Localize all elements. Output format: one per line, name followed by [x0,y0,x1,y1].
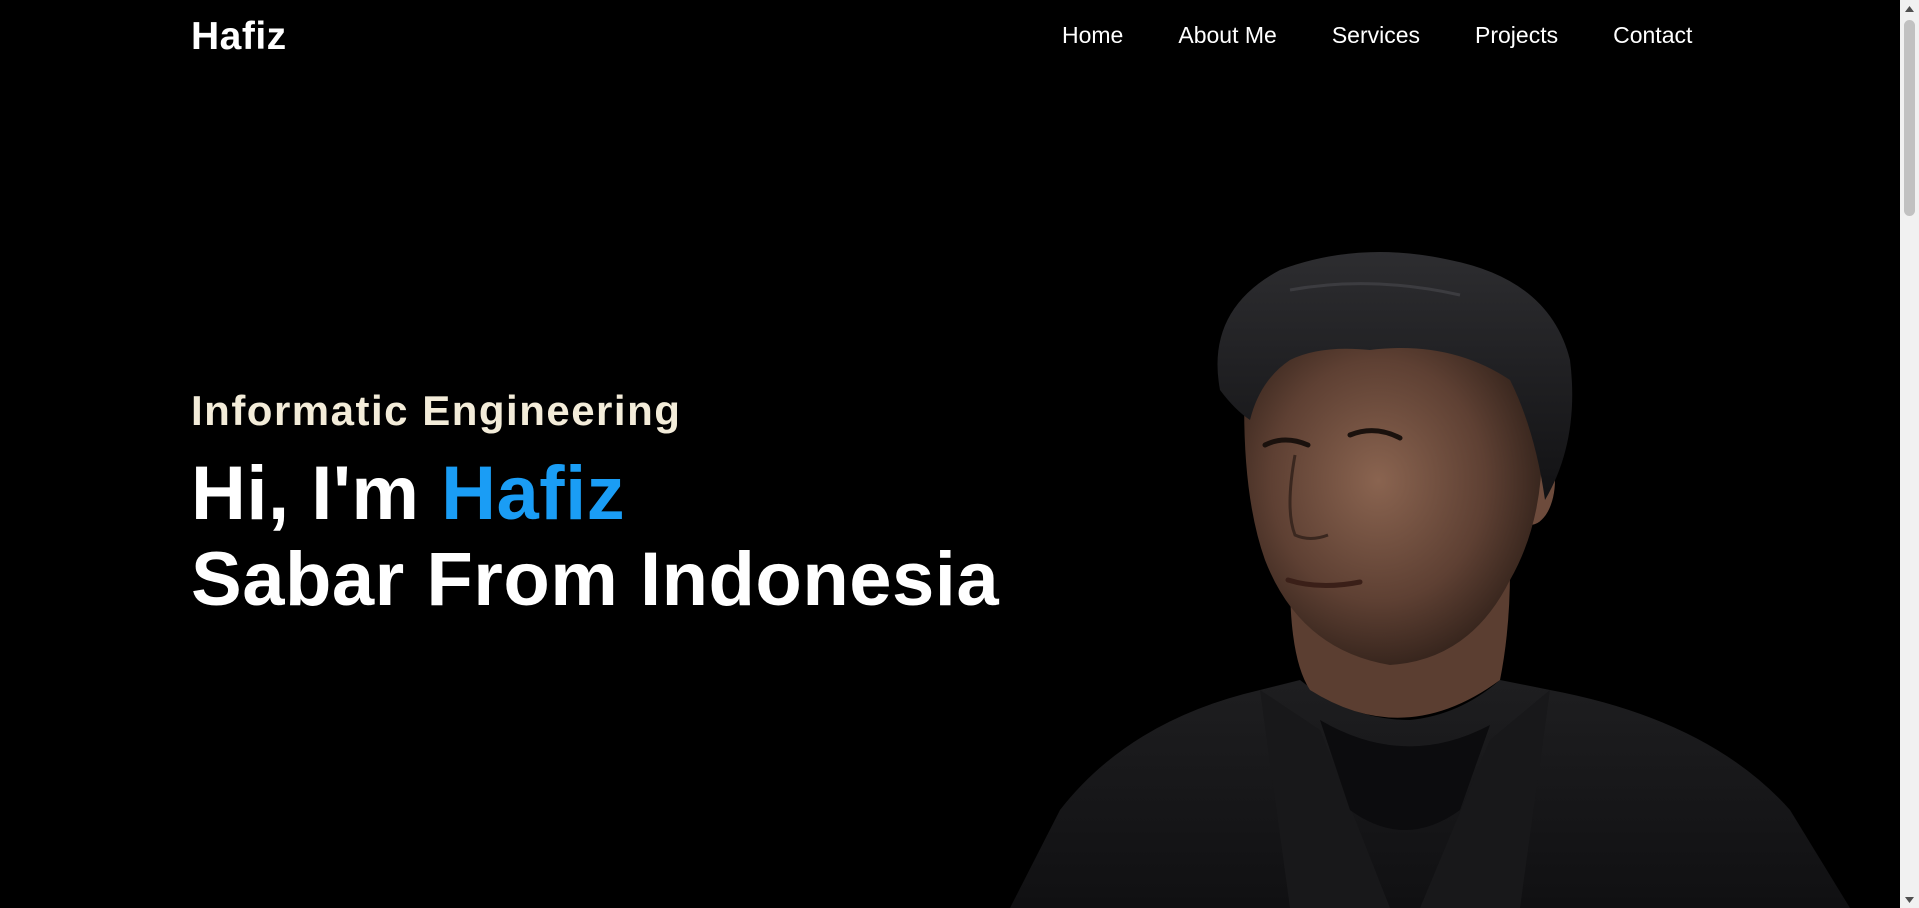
page: Hafiz Home About Me Services Projects Co… [0,0,1919,908]
hero-subtitle: Informatic Engineering [191,387,682,434]
nav-links: Home About Me Services Projects Contact [1062,22,1692,49]
nav-link-projects[interactable]: Projects [1475,22,1558,49]
scrollbar-thumb[interactable] [1904,20,1915,216]
nav-link-home[interactable]: Home [1062,22,1123,49]
scroll-up-arrow-icon[interactable] [1900,0,1919,17]
hero-section: Informatic Engineering Hi, I'm Hafiz Sab… [191,385,999,623]
hero-greeting: Hi, I'm [191,451,442,536]
hero-second-line: Sabar From Indonesia [191,537,1000,622]
vertical-scrollbar[interactable] [1900,0,1919,908]
profile-photo [1010,252,1850,908]
navbar: Hafiz Home About Me Services Projects Co… [0,0,1900,75]
nav-link-about-me[interactable]: About Me [1178,22,1276,49]
hero-title: Hi, I'm Hafiz Sabar From Indonesia [191,451,999,623]
nav-link-contact[interactable]: Contact [1613,22,1692,49]
hero-name-highlight: Hafiz [441,451,626,536]
scroll-down-arrow-icon[interactable] [1900,891,1919,908]
nav-link-services[interactable]: Services [1332,22,1420,49]
site-logo[interactable]: Hafiz [191,15,287,59]
